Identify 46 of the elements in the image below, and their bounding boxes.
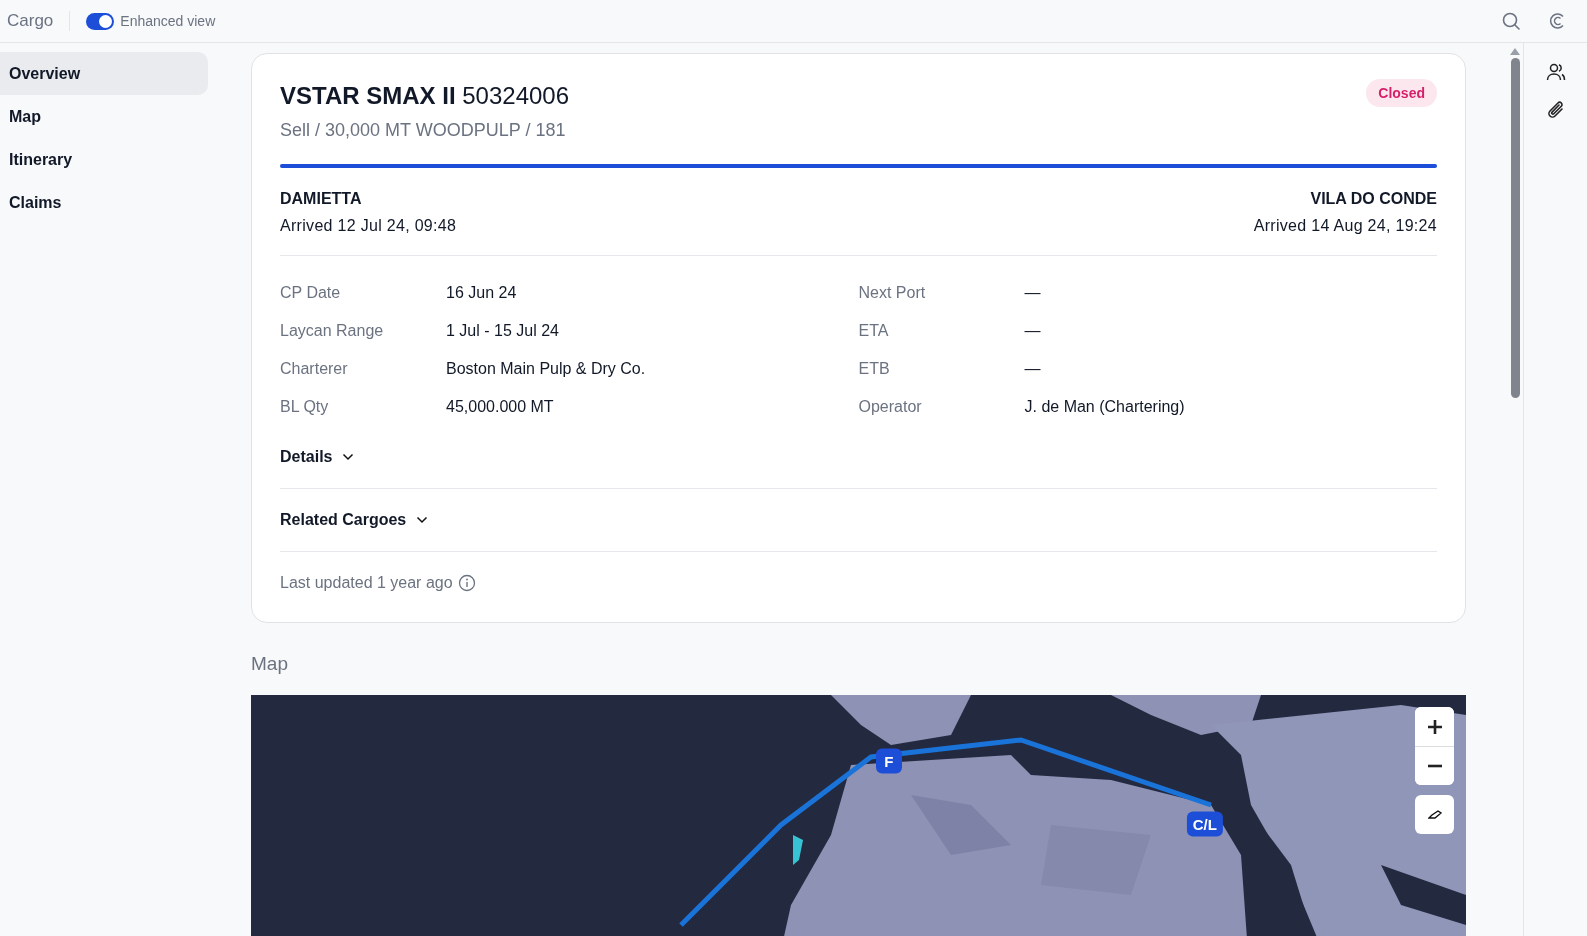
port-name: DAMIETTA [280,190,363,208]
search-icon[interactable] [1501,11,1521,31]
field-value: — [1024,322,1041,340]
field-value: 45,000.000 MT [446,398,554,416]
field-label: Laycan Range [280,322,385,340]
toggle-label: Enhanced view [120,13,216,29]
field-label: Operator [858,398,923,416]
map-heading: Map [251,653,289,675]
port-name: VILA DO CONDE [1309,190,1437,208]
field-label: BL Qty [280,398,330,416]
field-value: Boston Main Pulp & Dry Co. [446,360,646,378]
scroll-up-icon[interactable] [1510,48,1520,55]
scrollbar[interactable] [1508,43,1524,936]
paperclip-icon[interactable] [1546,101,1565,121]
sidebar-item[interactable]: Map [0,95,208,138]
field-label: ETA [858,322,890,340]
arrival-time: Arrived 14 Aug 24, 19:24 [1253,217,1437,235]
field-label: Next Port [858,284,927,302]
sidebar-item[interactable]: Claims [0,181,208,224]
status-badge: Closed [1366,79,1437,107]
sidebar-item[interactable]: Overview [0,52,208,95]
plus-icon [1426,718,1443,735]
last-updated-text: Last updated 1 year ago [280,574,453,592]
map-marker[interactable]: F [875,748,902,774]
field-value: 16 Jun 24 [446,284,517,302]
arrival-time: Arrived 12 Jul 24, 09:48 [280,217,457,235]
measure-button[interactable] [1415,795,1454,834]
toggle-switch[interactable] [86,12,115,30]
map-marker[interactable]: C/L [1186,811,1223,837]
field-value: — [1024,360,1041,378]
field-label: CP Date [280,284,342,302]
section-toggle[interactable]: Related Cargoes [280,489,429,551]
field-value: J. de Man (Chartering) [1024,398,1185,416]
field-value: 1 Jul - 15 Jul 24 [446,322,559,340]
people-icon[interactable] [1545,63,1566,81]
cargo-subtitle: Sell / 30,000 MT WOODPULP / 181 [280,120,567,141]
eraser-icon [1427,809,1442,820]
app-title: Cargo [7,11,54,31]
field-value: — [1024,284,1041,302]
field-label: ETB [858,360,891,378]
cargo-title: VSTAR SMAX II 50324006 [280,82,570,110]
sidebar-item[interactable]: Itinerary [0,138,208,181]
field-label: Charterer [280,360,349,378]
info-icon[interactable] [457,574,476,592]
scrollbar-thumb[interactable] [1510,58,1520,398]
section-toggle[interactable]: Details [280,426,355,488]
